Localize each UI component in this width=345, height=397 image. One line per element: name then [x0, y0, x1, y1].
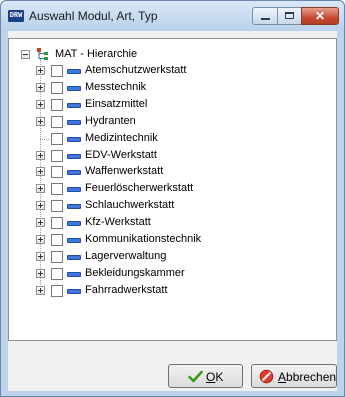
maximize-button[interactable]	[277, 7, 302, 25]
module-icon	[67, 102, 81, 108]
tree-item-label: Bekleidungskammer	[85, 266, 185, 279]
expand-icon[interactable]	[36, 285, 45, 295]
checkmark-icon	[188, 370, 203, 383]
minimize-button[interactable]	[252, 7, 278, 25]
module-icon	[67, 153, 81, 159]
tree-item[interactable]: Hydranten	[9, 114, 329, 130]
tree-item-checkbox[interactable]	[51, 183, 63, 196]
tree-item-checkbox[interactable]	[51, 200, 63, 213]
module-icon	[67, 204, 81, 210]
module-icon	[67, 170, 81, 176]
dialog-content: MAT - Hierarchie Atemschutzwerkstatt Mess…	[8, 31, 337, 391]
app-icon: DRW	[8, 10, 24, 22]
hierarchy-icon	[37, 48, 48, 60]
expand-icon[interactable]	[36, 116, 45, 126]
ok-button[interactable]: OK	[168, 364, 243, 388]
tree-item[interactable]: Medizintechnik	[9, 131, 329, 147]
tree-item[interactable]: Waffenwerkstatt	[9, 164, 329, 180]
tree-item[interactable]: Kfz-Werkstatt	[9, 215, 329, 231]
tree-item-label: Kommunikationstechnik	[85, 233, 202, 245]
module-icon	[67, 187, 81, 193]
module-icon	[67, 221, 81, 227]
expand-icon[interactable]	[36, 268, 45, 278]
tree-item-checkbox[interactable]	[51, 115, 63, 128]
tree-item[interactable]: EDV-Werkstatt	[9, 148, 329, 164]
expand-icon[interactable]	[36, 99, 45, 109]
tree-item-checkbox[interactable]	[51, 98, 63, 111]
window-title: Auswahl Modul, Art, Typ	[29, 9, 158, 23]
expand-icon[interactable]	[36, 201, 45, 211]
tree-item[interactable]: Einsatzmittel	[9, 97, 329, 113]
expand-icon[interactable]	[36, 150, 45, 160]
tree-item-checkbox[interactable]	[51, 267, 63, 280]
tree-item-checkbox[interactable]	[51, 234, 63, 246]
tree-item-label: Messtechnik	[85, 80, 147, 93]
expand-icon[interactable]	[36, 82, 45, 92]
close-icon: ✕	[314, 9, 326, 23]
tree-item[interactable]: Bekleidungskammer	[9, 266, 329, 282]
tree-item-label: Lagerverwaltung	[85, 249, 167, 262]
tree-item-label: Feuerlöscherwerkstatt	[85, 182, 194, 195]
tree-item[interactable]: Fahrradwerkstatt	[9, 283, 329, 299]
expand-icon[interactable]	[36, 251, 45, 261]
tree-item-label: Fahrradwerkstatt	[85, 283, 168, 296]
module-icon	[67, 254, 81, 260]
tree-root-label: MAT - Hierarchie	[55, 48, 138, 60]
ok-button-label: OK	[206, 370, 224, 384]
module-icon	[67, 271, 81, 277]
tree-item[interactable]: Messtechnik	[9, 80, 329, 96]
tree-item-checkbox[interactable]	[51, 149, 63, 162]
close-button[interactable]: ✕	[301, 7, 339, 25]
expand-icon[interactable]	[36, 66, 45, 75]
tree-root[interactable]: MAT - Hierarchie	[9, 47, 329, 63]
tree-connector-line	[40, 138, 49, 140]
cancel-icon	[259, 369, 274, 384]
tree-item-checkbox[interactable]	[51, 250, 63, 263]
tree-item-label: Medizintechnik	[85, 131, 158, 144]
tree-item[interactable]: Feuerlöscherwerkstatt	[9, 181, 329, 197]
tree-item-checkbox[interactable]	[51, 132, 63, 145]
module-icon	[67, 85, 81, 91]
maximize-icon	[285, 12, 294, 19]
module-icon	[67, 119, 81, 125]
expand-icon[interactable]	[36, 167, 45, 177]
tree-item-label: Waffenwerkstatt	[85, 165, 164, 178]
tree-item[interactable]: Atemschutzwerkstatt	[9, 63, 329, 79]
module-icon	[67, 288, 81, 294]
tree-item-label: Kfz-Werkstatt	[85, 216, 151, 229]
tree-item-label: Atemschutzwerkstatt	[85, 64, 187, 76]
tree-item-label: Hydranten	[85, 114, 136, 127]
tree-item-label: Schlauchwerkstatt	[85, 199, 175, 212]
tree-item[interactable]: Lagerverwaltung	[9, 249, 329, 265]
tree-item[interactable]: Kommunikationstechnik	[9, 232, 329, 248]
tree-item-checkbox[interactable]	[51, 217, 63, 230]
module-icon	[67, 69, 81, 74]
expand-icon[interactable]	[36, 218, 45, 228]
hierarchy-tree[interactable]: MAT - Hierarchie Atemschutzwerkstatt Mess…	[8, 38, 337, 341]
tree-item-label: EDV-Werkstatt	[85, 148, 157, 161]
tree-item-checkbox[interactable]	[51, 81, 63, 94]
tree-item-label: Einsatzmittel	[85, 97, 148, 110]
cancel-button[interactable]: Abbrechen	[251, 364, 337, 388]
collapse-icon[interactable]	[21, 50, 30, 59]
module-icon	[67, 238, 81, 243]
tree-item-checkbox[interactable]	[51, 65, 63, 77]
module-icon	[67, 136, 81, 142]
minimize-icon	[261, 18, 270, 20]
expand-icon[interactable]	[36, 235, 45, 244]
dialog-window: DRW Auswahl Modul, Art, Typ ✕ MAT - Hier…	[0, 0, 345, 397]
cancel-button-label: Abbrechen	[278, 370, 337, 384]
tree-item-checkbox[interactable]	[51, 166, 63, 179]
tree-item-checkbox[interactable]	[51, 284, 63, 297]
expand-icon[interactable]	[36, 184, 45, 194]
tree-item[interactable]: Schlauchwerkstatt	[9, 198, 329, 214]
title-bar[interactable]: DRW Auswahl Modul, Art, Typ ✕	[1, 1, 344, 31]
